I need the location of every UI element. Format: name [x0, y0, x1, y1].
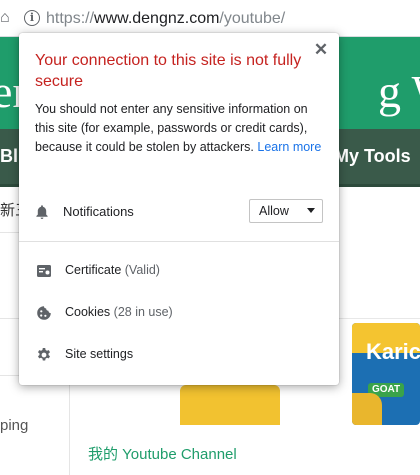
- certificate-icon: [37, 265, 51, 277]
- url-host: www.dengnz.com: [94, 10, 220, 27]
- learn-more-link[interactable]: Learn more: [257, 140, 321, 154]
- certificate-status: (Valid): [124, 263, 160, 277]
- product-image[interactable]: [180, 385, 280, 425]
- certificate-row[interactable]: Certificate (Valid): [19, 255, 339, 287]
- cookies-label: Cookies (28 in use): [65, 305, 173, 319]
- chevron-down-icon: [307, 208, 315, 213]
- security-warning-description: You should not enter any sensitive infor…: [35, 100, 330, 157]
- product-logo: Karic: [366, 339, 420, 364]
- url-scheme: https://: [46, 10, 95, 27]
- site-settings-label: Site settings: [65, 347, 134, 361]
- security-warning-title: Your connection to this site is not full…: [35, 52, 302, 90]
- popup-divider: [19, 241, 339, 242]
- close-icon[interactable]: ✕: [312, 41, 330, 59]
- notifications-permission-select[interactable]: Allow: [249, 199, 323, 223]
- nav-item-blog[interactable]: Bl: [0, 146, 18, 167]
- product-image[interactable]: Karic GOAT: [352, 323, 420, 425]
- home-icon[interactable]: ⌂: [0, 8, 14, 28]
- site-title-fragment-right: g W: [378, 66, 420, 117]
- nav-item-my-tools[interactable]: My Tools: [334, 146, 411, 167]
- site-info-popup: ✕ Your connection to this site is not fu…: [19, 33, 339, 385]
- gear-icon: [38, 348, 50, 361]
- cookies-title: Cookies: [65, 305, 111, 319]
- url-path: /youtube/: [219, 10, 286, 27]
- bell-icon: [36, 205, 48, 219]
- browser-toolbar: ⌂ i https://www.dengnz.com/youtube/: [0, 0, 420, 37]
- cookie-icon: [37, 306, 51, 320]
- sidebar-item-shopping[interactable]: ping: [0, 417, 28, 434]
- youtube-channel-link[interactable]: 我的 Youtube Channel: [88, 443, 237, 464]
- certificate-label: Certificate (Valid): [65, 263, 160, 277]
- select-value: Allow: [259, 204, 289, 218]
- cookies-count: (28 in use): [113, 305, 173, 319]
- site-info-icon[interactable]: i: [24, 10, 40, 26]
- address-bar[interactable]: https://www.dengnz.com/youtube/: [46, 9, 285, 29]
- notifications-row: Notifications Allow: [19, 198, 339, 228]
- site-settings-row[interactable]: Site settings: [19, 339, 339, 371]
- product-decoration: [352, 393, 382, 425]
- notifications-label: Notifications: [63, 204, 134, 219]
- certificate-title: Certificate: [65, 263, 122, 277]
- cookies-row[interactable]: Cookies (28 in use): [19, 297, 339, 329]
